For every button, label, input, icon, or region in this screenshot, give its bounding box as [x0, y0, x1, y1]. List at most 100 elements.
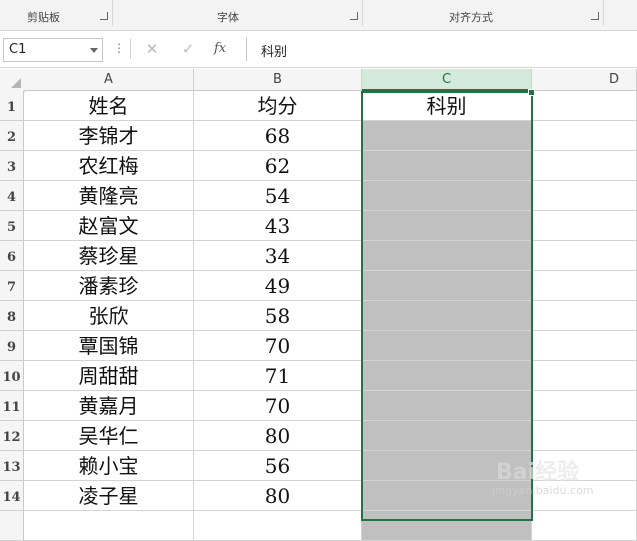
clipboard-dialog-launcher-icon[interactable] [100, 12, 108, 20]
cell-name[interactable]: 凌子星 [24, 481, 194, 511]
cell-name[interactable]: 姓名 [24, 91, 194, 121]
row-header[interactable]: 3 [0, 151, 24, 181]
cell-score[interactable]: 均分 [194, 91, 362, 121]
cell-empty[interactable] [532, 151, 637, 181]
ribbon-group-clipboard: 剪贴板 [0, 0, 112, 30]
ribbon: 剪贴板 字体 对齐方式 [0, 0, 637, 31]
cell-name[interactable]: 覃国锦 [24, 331, 194, 361]
row-header[interactable]: 13 [0, 451, 24, 481]
watermark-logo: Bai经验 jingyan.baidu.com [492, 460, 594, 497]
formula-input[interactable]: 科别 [246, 37, 637, 61]
row-header[interactable]: 12 [0, 421, 24, 451]
cell-score[interactable]: 68 [194, 121, 362, 151]
column-header-c[interactable]: C [362, 69, 532, 91]
cell-empty[interactable] [532, 91, 637, 121]
cell-empty[interactable] [532, 211, 637, 241]
cell-empty[interactable] [532, 391, 637, 421]
cell-category[interactable] [362, 241, 532, 271]
fill-handle[interactable] [528, 89, 535, 96]
cell-score[interactable]: 49 [194, 271, 362, 301]
cell-category[interactable] [362, 271, 532, 301]
cell-score[interactable]: 34 [194, 241, 362, 271]
cell-c1-active[interactable]: 科别 [362, 91, 532, 121]
font-dialog-launcher-icon[interactable] [350, 12, 358, 20]
row-header[interactable]: 8 [0, 301, 24, 331]
cell-empty[interactable] [532, 181, 637, 211]
more-vertical-icon[interactable]: ⋮ [113, 41, 125, 55]
cell-score[interactable]: 43 [194, 211, 362, 241]
cell-empty[interactable] [532, 241, 637, 271]
cell-score[interactable]: 58 [194, 301, 362, 331]
cell-score[interactable]: 70 [194, 391, 362, 421]
cell-score[interactable]: 80 [194, 421, 362, 451]
cell-category[interactable] [362, 421, 532, 451]
row-header[interactable]: 4 [0, 181, 24, 211]
cell-score[interactable]: 71 [194, 361, 362, 391]
cell-name[interactable]: 李锦才 [24, 121, 194, 151]
ribbon-group-alignment: 对齐方式 [363, 0, 603, 30]
enter-icon[interactable]: ✓ [176, 39, 200, 59]
cell-empty[interactable] [532, 121, 637, 151]
formula-input-value: 科别 [261, 45, 288, 60]
cell-empty[interactable] [532, 421, 637, 451]
select-all-icon [11, 78, 21, 88]
cell-empty[interactable] [532, 271, 637, 301]
cell-name[interactable]: 赵富文 [24, 211, 194, 241]
row-header[interactable]: 1 [0, 91, 24, 121]
cell-category[interactable] [362, 391, 532, 421]
cell-empty[interactable] [532, 301, 637, 331]
cell-category[interactable] [362, 361, 532, 391]
row-header[interactable]: 7 [0, 271, 24, 301]
cell-partial[interactable] [24, 511, 194, 541]
cell-name[interactable]: 农红梅 [24, 151, 194, 181]
chevron-down-icon[interactable] [90, 48, 98, 53]
row-header[interactable]: 5 [0, 211, 24, 241]
cell-name[interactable]: 吴华仁 [24, 421, 194, 451]
cell-category[interactable] [362, 181, 532, 211]
cancel-icon[interactable]: ✕ [140, 39, 164, 59]
column-header-d[interactable]: D [532, 69, 637, 91]
cell-category[interactable] [362, 151, 532, 181]
ribbon-group-font-label: 字体 [217, 11, 239, 24]
cell-category[interactable] [362, 331, 532, 361]
column-header-b[interactable]: B [194, 69, 362, 91]
cell-name[interactable]: 黄隆亮 [24, 181, 194, 211]
cell-partial[interactable] [194, 511, 362, 541]
cell-score[interactable]: 54 [194, 181, 362, 211]
cell-name[interactable]: 蔡珍星 [24, 241, 194, 271]
cell-empty[interactable] [532, 331, 637, 361]
row-header[interactable]: 2 [0, 121, 24, 151]
column-header-a[interactable]: A [24, 69, 194, 91]
cell-partial[interactable] [532, 511, 637, 541]
row-header[interactable]: 10 [0, 361, 24, 391]
row-header[interactable]: 11 [0, 391, 24, 421]
cell-name[interactable]: 黄嘉月 [24, 391, 194, 421]
select-all-button[interactable] [0, 69, 25, 92]
row-header-partial[interactable] [0, 511, 24, 541]
cell-name[interactable]: 张欣 [24, 301, 194, 331]
row-header[interactable]: 6 [0, 241, 24, 271]
cell-score[interactable]: 62 [194, 151, 362, 181]
ribbon-group-font: 字体 [113, 0, 362, 30]
cell-score[interactable]: 70 [194, 331, 362, 361]
cell-name[interactable]: 潘素珍 [24, 271, 194, 301]
formula-bar-separator [130, 39, 131, 59]
cell-category[interactable] [362, 211, 532, 241]
cell-score[interactable]: 80 [194, 481, 362, 511]
cell-name[interactable]: 赖小宝 [24, 451, 194, 481]
ribbon-separator [603, 0, 604, 26]
cell-partial[interactable] [362, 511, 532, 541]
ribbon-group-clipboard-label: 剪贴板 [27, 11, 60, 24]
cell-empty[interactable] [532, 361, 637, 391]
cell-category[interactable] [362, 301, 532, 331]
name-box-value: C1 [9, 42, 27, 57]
cell-category[interactable] [362, 121, 532, 151]
cell-score[interactable]: 56 [194, 451, 362, 481]
row-header[interactable]: 9 [0, 331, 24, 361]
name-box[interactable]: C1 [3, 38, 103, 62]
insert-function-icon[interactable]: fx [214, 39, 236, 59]
row-header[interactable]: 14 [0, 481, 24, 511]
alignment-dialog-launcher-icon[interactable] [591, 12, 599, 20]
cell-name[interactable]: 周甜甜 [24, 361, 194, 391]
ribbon-group-alignment-label: 对齐方式 [449, 11, 493, 24]
